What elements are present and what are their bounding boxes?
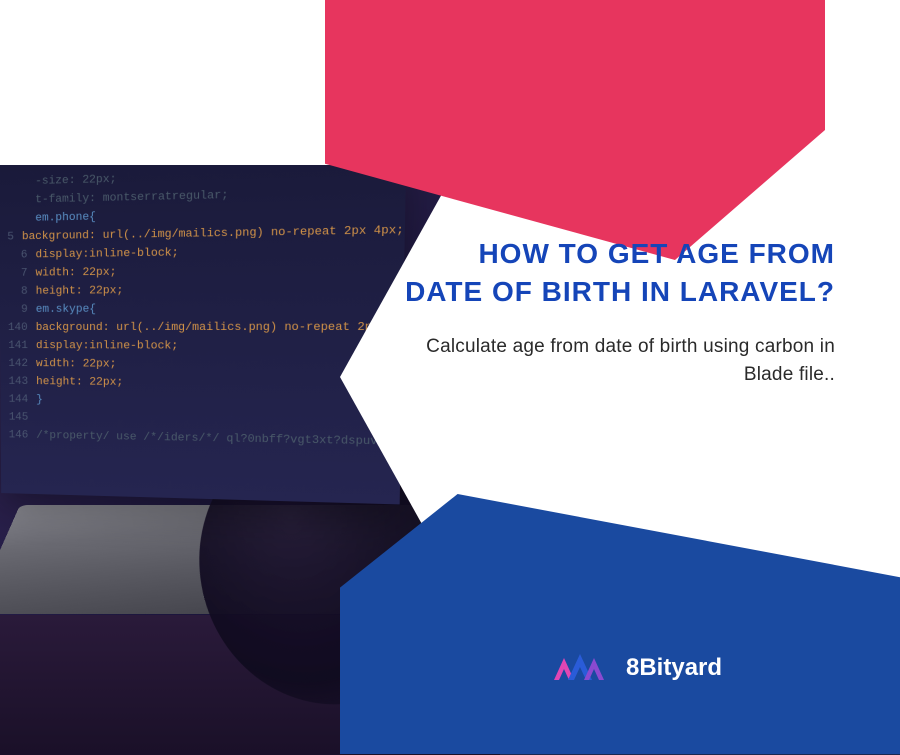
brand-name: 8Bityard <box>626 654 722 682</box>
main-title: HOW TO GET AGE FROM DATE OF BIRTH IN LAR… <box>405 235 835 311</box>
code-screen: -size: 22px; t-family: montserratregular… <box>0 165 406 504</box>
text-content: HOW TO GET AGE FROM DATE OF BIRTH IN LAR… <box>405 235 835 390</box>
brand-logo-area: 8Bityard <box>550 644 722 692</box>
subtitle-text: Calculate age from date of birth using c… <box>405 333 835 390</box>
graphic-card: -size: 22px; t-family: montserratregular… <box>0 0 900 754</box>
brand-logo-icon <box>550 644 608 692</box>
